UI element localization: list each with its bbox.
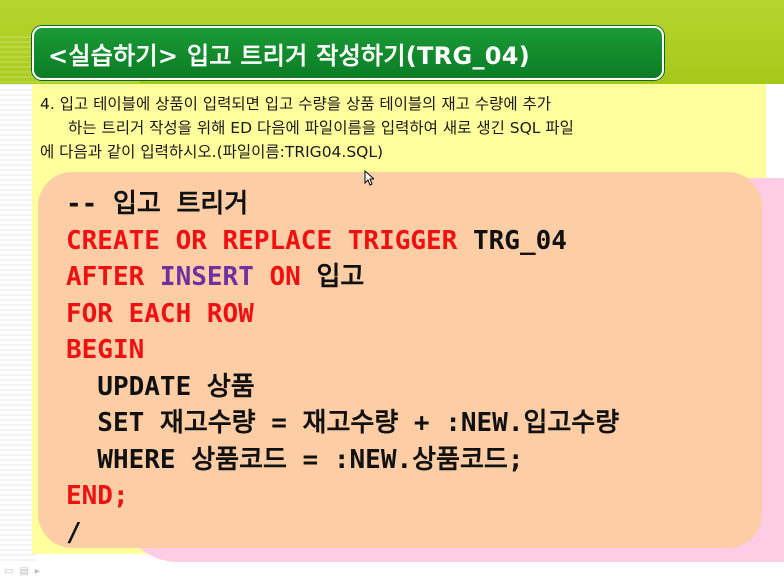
slide-title-bar: <실습하기> 입고 트리거 작성하기(TRG_04)	[32, 26, 664, 80]
keyword-insert: INSERT	[159, 262, 254, 292]
code-line-where: WHERE 상품코드 = :NEW.상품코드;	[66, 444, 524, 475]
instruction-text: 4. 입고 테이블에 상품이 입력되면 입고 수량을 상품 테이블의 재고 수량…	[40, 92, 752, 164]
status-strip: ▭ ▤ ▸	[0, 562, 784, 582]
keyword-create-trigger: CREATE OR REPLACE TRIGGER	[66, 225, 458, 256]
slide-title: <실습하기> 입고 트리거 작성하기(TRG_04)	[48, 41, 531, 70]
code-line-update: UPDATE 상품	[66, 371, 255, 402]
keyword-on: ON	[253, 262, 301, 292]
code-line-end: END;	[66, 481, 129, 511]
keyword-after: AFTER	[66, 262, 160, 292]
outline-view-icon[interactable]: ▤	[19, 566, 28, 577]
slideshow-icon[interactable]: ▸	[35, 566, 40, 577]
sql-code-block: -- 입고 트리거 CREATE OR REPLACE TRIGGER TRG_…	[66, 186, 766, 551]
instruction-line-1: 4. 입고 테이블에 상품이 입력되면 입고 수량을 상품 테이블의 재고 수량…	[40, 95, 552, 113]
code-line-begin: BEGIN	[66, 335, 145, 365]
view-icons: ▭ ▤ ▸	[4, 566, 40, 577]
left-decorative-stripes	[0, 84, 36, 562]
code-line-for-each-row: FOR EACH ROW	[66, 298, 254, 329]
instruction-line-2: 하는 트리거 작성을 위해 ED 다음에 파일이름을 입력하여 새로 생긴 SQ…	[68, 119, 574, 137]
trigger-name: TRG_04	[457, 225, 567, 256]
code-line-set: SET 재고수량 = 재고수량 + :NEW.입고수량	[66, 408, 620, 438]
code-line-create: CREATE OR REPLACE TRIGGER TRG_04	[66, 223, 766, 260]
table-name: 입고	[300, 262, 365, 292]
arrow-cursor-icon	[364, 170, 374, 186]
code-line-comment: -- 입고 트리거	[66, 189, 249, 219]
instruction-line-3: 에 다음과 같이 입력하시오.(파일이름:TRIG04.SQL)	[40, 143, 384, 161]
slide-view-icon[interactable]: ▭	[4, 566, 13, 577]
code-line-after: AFTER INSERT ON 입고	[66, 259, 766, 296]
code-line-slash: /	[66, 517, 82, 548]
